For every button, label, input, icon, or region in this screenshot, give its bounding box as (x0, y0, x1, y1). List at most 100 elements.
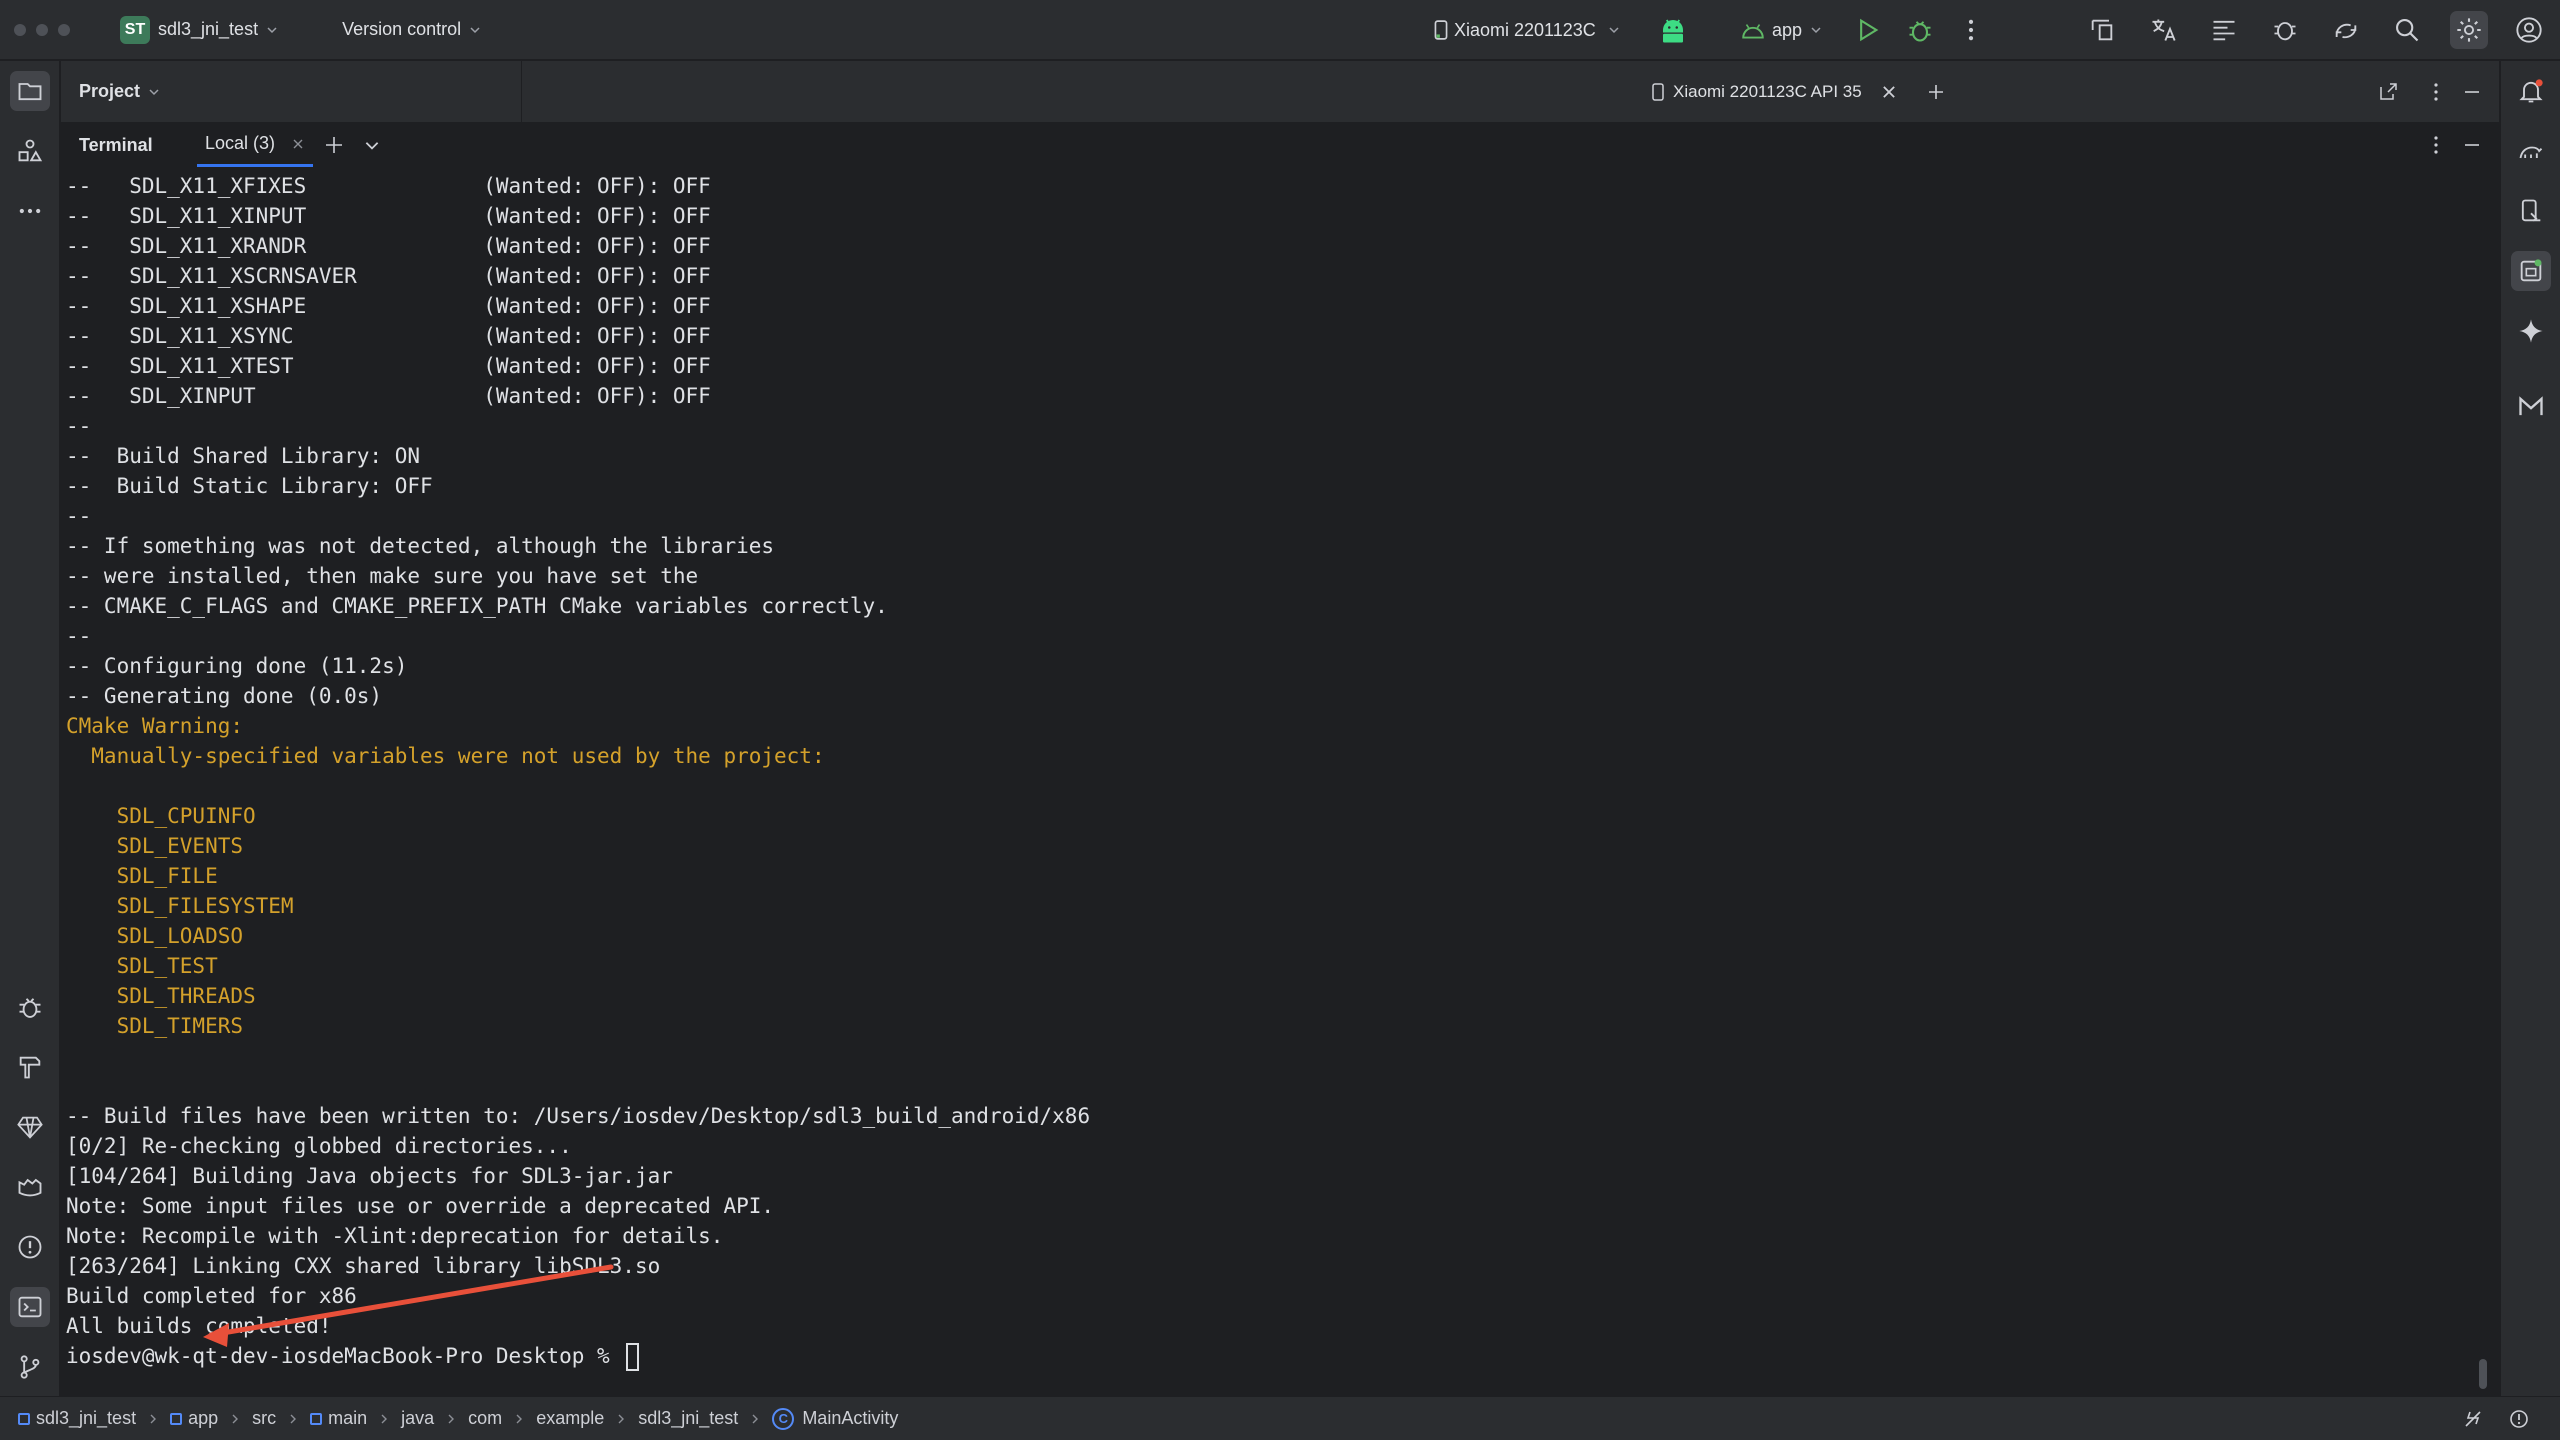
debug-bug-icon (1906, 16, 1934, 44)
new-terminal-tab-icon[interactable] (323, 134, 345, 156)
more-tool-windows-button[interactable] (10, 191, 50, 231)
close-window-button[interactable] (14, 23, 26, 36)
logcat-tool-button[interactable] (10, 1167, 50, 1207)
minimize-panel-icon[interactable] (2461, 134, 2483, 156)
device-manager-tool-button[interactable] (2511, 191, 2551, 231)
run-configuration-selector[interactable]: app (1740, 10, 1824, 50)
version-control-label: Version control (342, 19, 462, 39)
terminal-line: SDL_FILE (66, 864, 218, 888)
version-control-tool-button[interactable] (10, 1347, 50, 1387)
device-selector[interactable]: Xiaomi 2201123C (1432, 10, 1688, 50)
add-device-icon[interactable] (1926, 82, 1946, 102)
module-icon (18, 1412, 30, 1425)
app-quality-button[interactable] (2268, 13, 2302, 47)
code-with-me-button[interactable] (2085, 13, 2119, 47)
project-selector[interactable]: ST sdl3_jni_test (114, 10, 286, 50)
terminal-line: Note: Recompile with -Xlint:deprecation … (66, 1224, 724, 1248)
breadcrumb-item[interactable]: com (468, 1408, 502, 1429)
terminal-line: -- (66, 504, 92, 528)
running-devices-tool-button[interactable] (2511, 251, 2551, 291)
breadcrumb-item[interactable]: app (170, 1408, 218, 1429)
status-bar: sdl3_jni_test app src main java com example sdl… (0, 1396, 2560, 1440)
chevron-right-icon (614, 1412, 628, 1426)
title-bar: ST sdl3_jni_test Version control Xiaomi … (0, 0, 2560, 60)
terminal-line: Build completed for x86 (66, 1284, 357, 1308)
terminal-tool-button[interactable] (10, 1287, 50, 1327)
minimize-panel-icon[interactable] (2461, 81, 2483, 103)
list-structure-icon (2210, 16, 2238, 44)
terminal-line: SDL_EVENTS (66, 834, 244, 858)
terminal-line: All builds completed! (66, 1314, 332, 1338)
gradle-sync-tool-button[interactable] (2511, 131, 2551, 171)
terminal-line: -- Generating done (0.0s) (66, 684, 383, 708)
gemini-tool-button[interactable] (2511, 311, 2551, 351)
breadcrumb-item[interactable]: main (310, 1408, 367, 1429)
power-save-icon[interactable] (2462, 1408, 2484, 1430)
search-everywhere-button[interactable] (2390, 13, 2424, 47)
terminal-line: CMake Warning: (66, 714, 244, 738)
terminal-line: -- Build Shared Library: ON (66, 444, 421, 468)
build-tool-button[interactable] (10, 1047, 50, 1087)
notifications-tool-button[interactable] (2511, 71, 2551, 111)
terminal-scrollbar[interactable] (2479, 1359, 2487, 1389)
markdown-tool-button[interactable] (2511, 387, 2551, 427)
gradle-tool-button[interactable] (10, 1107, 50, 1147)
translate-button[interactable] (2146, 13, 2180, 47)
terminal-icon (16, 1293, 44, 1321)
terminal-line: SDL_THREADS (66, 984, 256, 1008)
project-tool-button[interactable] (10, 71, 50, 111)
breadcrumb-item[interactable]: example (536, 1408, 604, 1429)
close-tab-icon[interactable] (1880, 83, 1898, 101)
breadcrumb-label: sdl3_jni_test (36, 1408, 137, 1428)
project-view-selector[interactable]: Project (79, 81, 162, 102)
breadcrumb-item[interactable]: sdl3_jni_test (18, 1408, 136, 1429)
account-button[interactable] (2512, 13, 2546, 47)
settings-button[interactable] (2450, 11, 2488, 49)
run-icon (1853, 16, 1881, 44)
resource-manager-tool-button[interactable] (10, 131, 50, 171)
gradle-sync-icon (2332, 16, 2360, 44)
breadcrumb-item[interactable]: java (401, 1408, 434, 1429)
problems-status-icon[interactable] (2508, 1408, 2530, 1430)
window-controls[interactable] (14, 23, 70, 36)
code-with-me-icon (2088, 16, 2116, 44)
running-device-tab[interactable]: Xiaomi 2201123C API 35 (1649, 75, 1952, 109)
class-icon: C (772, 1407, 795, 1430)
terminal-line: -- SDL_X11_XTEST (Wanted: OFF): OFF (66, 354, 711, 378)
breadcrumb-label: MainActivity (802, 1408, 899, 1428)
zoom-window-button[interactable] (58, 23, 70, 36)
more-actions-button[interactable] (1954, 13, 1988, 47)
close-tab-icon[interactable] (291, 137, 305, 151)
breadcrumb-item[interactable]: src (252, 1408, 276, 1429)
gear-icon (2455, 16, 2483, 44)
terminal-output[interactable]: -- SDL_X11_XFIXES (Wanted: OFF): OFF -- S… (61, 167, 2499, 1396)
terminal-header: Terminal Local (3) (61, 123, 2499, 167)
problems-tool-button[interactable] (10, 1227, 50, 1267)
minimize-window-button[interactable] (36, 23, 48, 36)
breadcrumb-item[interactable]: sdl3_jni_test (638, 1408, 738, 1429)
terminal-line: Manually-specified variables were not us… (66, 744, 825, 768)
debug-button[interactable] (1903, 13, 1937, 47)
android-icon[interactable] (1658, 15, 1688, 45)
run-button[interactable] (1850, 13, 1884, 47)
more-vertical-icon[interactable] (2425, 81, 2447, 103)
chevron-down-icon[interactable] (363, 136, 381, 154)
chevron-down-icon (264, 22, 280, 38)
structure-button[interactable] (2207, 13, 2241, 47)
device-manager-icon (2517, 197, 2545, 225)
project-header-bar: Project Xiaomi 2201123C API 35 (61, 61, 2499, 123)
chevron-down-icon (467, 22, 483, 38)
version-control-selector[interactable]: Version control (334, 10, 483, 50)
open-in-window-icon[interactable] (2377, 81, 2399, 103)
debug-tool-button[interactable] (10, 987, 50, 1027)
sync-gradle-button[interactable] (2329, 13, 2363, 47)
translate-icon (2149, 16, 2177, 44)
terminal-session-tab[interactable]: Local (3) (197, 123, 314, 167)
breadcrumb: sdl3_jni_test app src main java com example sdl… (18, 1407, 899, 1430)
breadcrumb-label: main (328, 1408, 368, 1428)
breadcrumb-label: com (468, 1408, 503, 1428)
breadcrumb-item[interactable]: C MainActivity (772, 1407, 899, 1430)
more-vertical-icon[interactable] (2425, 134, 2447, 156)
chevron-down-icon (1808, 22, 1824, 38)
hammer-icon (16, 1053, 44, 1081)
